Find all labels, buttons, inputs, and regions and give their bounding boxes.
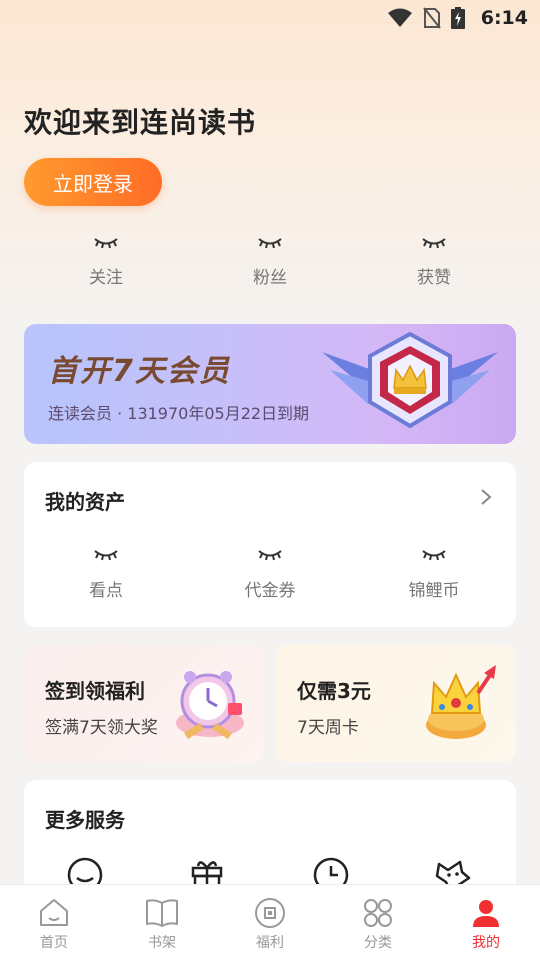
hidden-eye-icon bbox=[210, 232, 330, 254]
stat-fans[interactable]: 粉丝 bbox=[210, 232, 330, 288]
wifi-icon bbox=[387, 8, 413, 28]
nav-home[interactable]: 首页 bbox=[0, 885, 108, 960]
sign-in-promo[interactable]: 签到领福利 签满7天领大奖 bbox=[24, 645, 264, 762]
nav-label: 首页 bbox=[40, 935, 68, 951]
asset-vouchers[interactable]: 代金券 bbox=[210, 544, 330, 601]
no-sim-icon bbox=[422, 7, 441, 29]
nav-welfare[interactable]: 福利 bbox=[216, 885, 324, 960]
bottom-nav: 首页 书架 福利 分类 我的 bbox=[0, 884, 540, 960]
nav-category[interactable]: 分类 bbox=[324, 885, 432, 960]
nav-profile[interactable]: 我的 bbox=[432, 885, 540, 960]
services-title: 更多服务 bbox=[45, 808, 125, 832]
vip-title: 首开7天会员 bbox=[48, 354, 231, 389]
status-time: 6:14 bbox=[480, 7, 528, 29]
bookshelf-icon bbox=[108, 897, 216, 929]
home-icon bbox=[0, 897, 108, 929]
nav-label: 分类 bbox=[364, 935, 392, 951]
social-stats: 关注 粉丝 获赞 bbox=[24, 232, 516, 292]
weekly-card-promo[interactable]: 仅需3元 7天周卡 bbox=[276, 645, 516, 762]
profile-icon bbox=[432, 897, 540, 929]
asset-label: 代金券 bbox=[244, 581, 296, 601]
hidden-eye-icon bbox=[46, 544, 166, 566]
asset-label: 看点 bbox=[89, 581, 123, 601]
crown-badge-icon bbox=[322, 330, 498, 442]
hidden-eye-icon bbox=[374, 544, 494, 566]
welfare-icon bbox=[216, 897, 324, 929]
nav-label: 我的 bbox=[472, 935, 500, 951]
nav-bookshelf[interactable]: 书架 bbox=[108, 885, 216, 960]
hidden-eye-icon bbox=[46, 232, 166, 254]
stat-label: 粉丝 bbox=[253, 268, 287, 288]
nav-label: 书架 bbox=[148, 935, 176, 951]
hidden-eye-icon bbox=[374, 232, 494, 254]
stat-likes[interactable]: 获赞 bbox=[374, 232, 494, 288]
asset-points[interactable]: 看点 bbox=[46, 544, 166, 601]
weekly-card-title: 仅需3元 bbox=[297, 679, 371, 703]
login-button[interactable]: 立即登录 bbox=[24, 158, 162, 206]
assets-card: 我的资产 看点 代金券 锦鲤币 bbox=[24, 462, 516, 627]
welcome-title: 欢迎来到连尚读书 bbox=[24, 106, 257, 139]
hidden-eye-icon bbox=[210, 544, 330, 566]
vip-banner[interactable]: 首开7天会员 连读会员 · 131970年05月22日到期 bbox=[24, 324, 516, 444]
nav-label: 福利 bbox=[256, 935, 284, 951]
crown-treasure-icon bbox=[420, 663, 502, 747]
asset-koi-coins[interactable]: 锦鲤币 bbox=[374, 544, 494, 601]
alarm-clock-gift-icon bbox=[170, 663, 250, 747]
sign-in-subtitle: 签满7天领大奖 bbox=[45, 718, 158, 738]
chevron-right-icon[interactable] bbox=[480, 488, 492, 510]
stat-following[interactable]: 关注 bbox=[46, 232, 166, 288]
vip-subtitle: 连读会员 · 131970年05月22日到期 bbox=[48, 404, 310, 423]
weekly-card-subtitle: 7天周卡 bbox=[297, 718, 359, 738]
sign-in-title: 签到领福利 bbox=[45, 679, 145, 703]
battery-charging-icon bbox=[450, 7, 465, 29]
category-icon bbox=[324, 897, 432, 929]
stat-label: 关注 bbox=[89, 268, 123, 288]
stat-label: 获赞 bbox=[417, 268, 451, 288]
status-bar: 6:14 bbox=[0, 0, 540, 36]
asset-label: 锦鲤币 bbox=[408, 581, 460, 601]
assets-title: 我的资产 bbox=[45, 490, 125, 514]
